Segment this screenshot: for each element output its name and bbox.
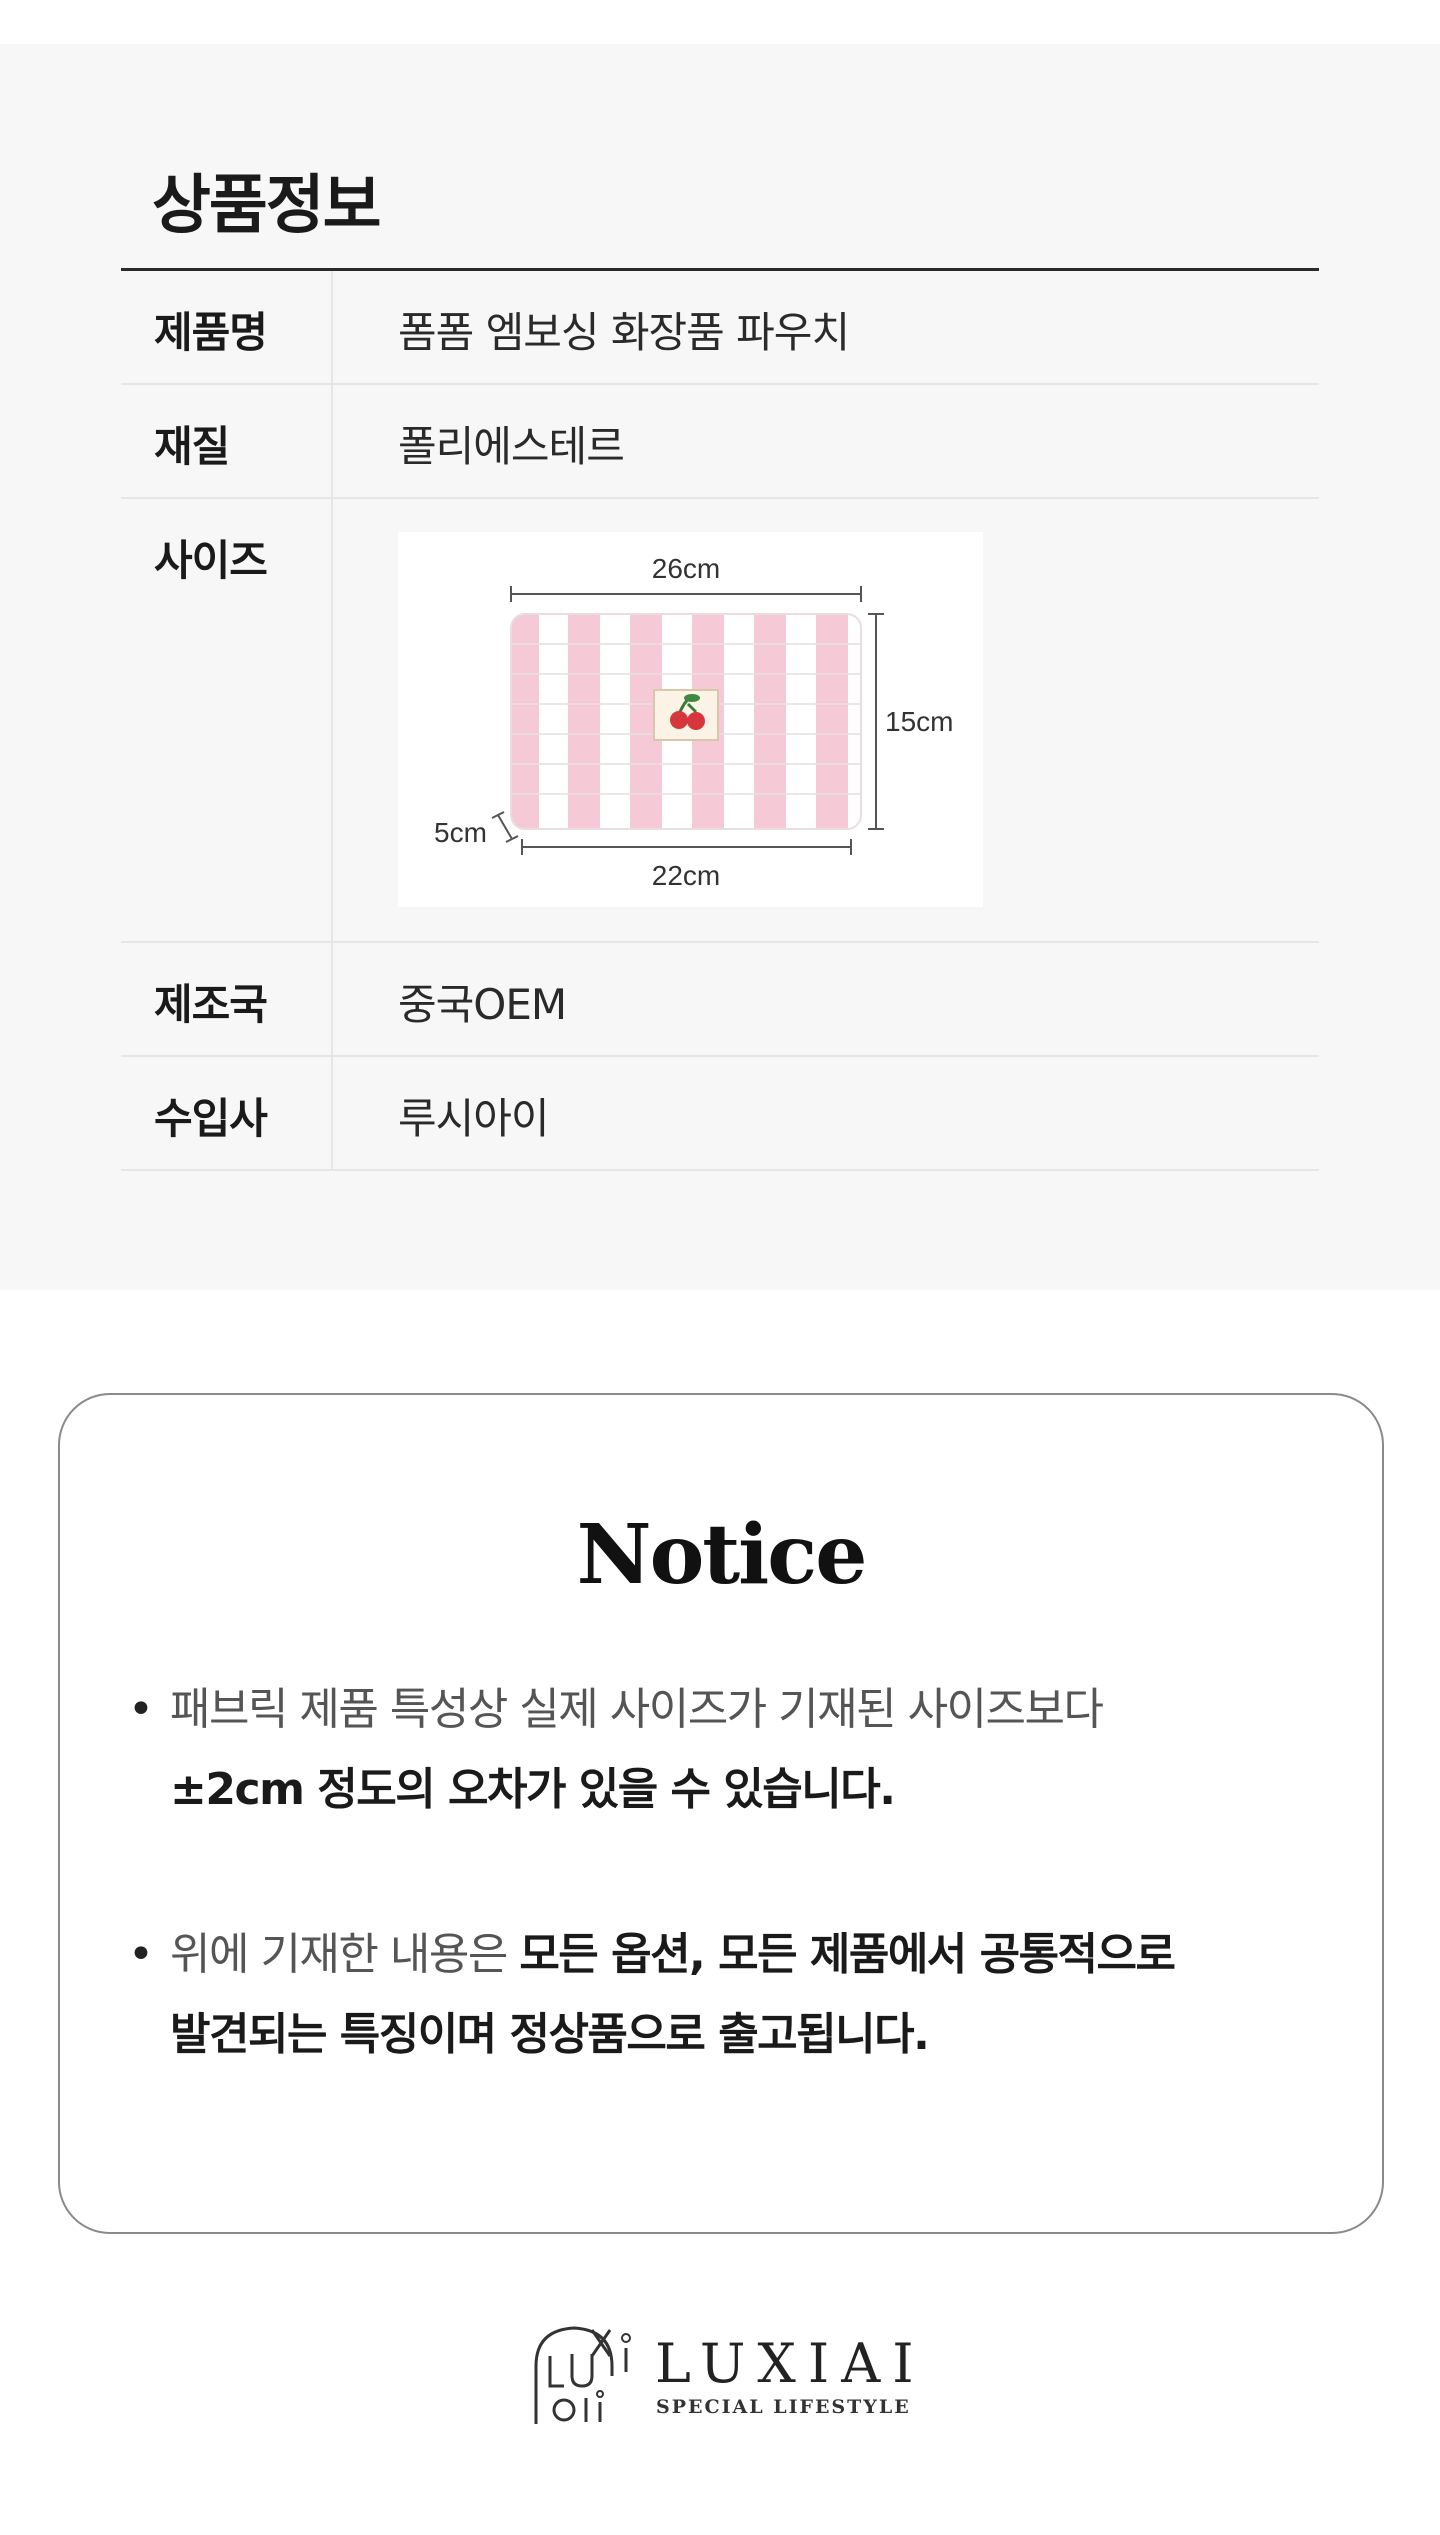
bullet-line: 패브릭 제품 특성상 실제 사이즈가 기재된 사이즈보다 bbox=[170, 1684, 1104, 1735]
brand-logo: LUXIAI SPECIAL LIFESTYLE bbox=[530, 2316, 930, 2426]
notice-box: Notice • 패브릭 제품 특성상 실제 사이즈가 기재된 사이즈보다 ±2… bbox=[58, 1393, 1384, 2234]
bullet-dot: • bbox=[128, 1929, 154, 1980]
table-row-product-name: 제품명 폼폼 엠보싱 화장품 파우치 bbox=[121, 271, 1319, 385]
row-label: 수입사 bbox=[154, 1094, 268, 1143]
brand-emblem-icon bbox=[534, 2326, 631, 2424]
bullet-line-emphasis: ±2cm 정도의 오차가 있을 수 있습니다. bbox=[170, 1764, 896, 1815]
row-value: 루시아이 bbox=[398, 1094, 550, 1143]
bullet-line-emphasis: 발견되는 특징이며 정상품으로 출고됩니다. bbox=[170, 2009, 930, 2060]
row-label: 재질 bbox=[154, 422, 230, 471]
notice-title: Notice bbox=[576, 1507, 868, 1603]
row-label: 사이즈 bbox=[154, 536, 268, 585]
table-row-size: 사이즈 26cm 15cm 5cm 22cm bbox=[121, 499, 1319, 943]
notice-bullet: • 위에 기재한 내용은 모든 옵션, 모든 제품에서 공통적으로 발견되는 특… bbox=[128, 1915, 1176, 2075]
dim-bottom-width: 22cm bbox=[652, 860, 720, 891]
section-title: 상품정보 bbox=[152, 169, 382, 243]
dim-depth: 5cm bbox=[434, 817, 487, 848]
row-value: 폼폼 엠보싱 화장품 파우치 bbox=[398, 308, 850, 357]
row-label: 제조국 bbox=[154, 980, 268, 1029]
row-label: 제품명 bbox=[154, 308, 268, 357]
row-value: 폴리에스테르 bbox=[398, 422, 625, 471]
brand-tagline: SPECIAL LIFESTYLE bbox=[656, 2396, 911, 2418]
table-row-country: 제조국 중국OEM bbox=[121, 943, 1319, 1057]
bullet-text-emphasis: 모든 옵션, 모든 제품에서 공통적으로 bbox=[519, 1929, 1176, 1980]
bullet-text: 위에 기재한 내용은 bbox=[170, 1929, 520, 1980]
dim-height: 15cm bbox=[885, 706, 953, 737]
row-value: 중국OEM bbox=[398, 980, 567, 1029]
table-row-importer: 수입사 루시아이 bbox=[121, 1057, 1319, 1171]
product-info-section: 상품정보 제품명 폼폼 엠보싱 화장품 파우치 재질 폴리에스테르 사이즈 26… bbox=[0, 44, 1440, 1290]
size-diagram-image: 26cm 15cm 5cm 22cm bbox=[398, 532, 983, 907]
product-info-table: 제품명 폼폼 엠보싱 화장품 파우치 재질 폴리에스테르 사이즈 26cm 15… bbox=[121, 268, 1319, 1171]
table-row-material: 재질 폴리에스테르 bbox=[121, 385, 1319, 499]
notice-bullet: • 패브릭 제품 특성상 실제 사이즈가 기재된 사이즈보다 ±2cm 정도의 … bbox=[128, 1670, 1104, 1830]
dim-top-width: 26cm bbox=[652, 553, 720, 584]
brand-name: LUXIAI bbox=[655, 2332, 926, 2395]
bullet-dot: • bbox=[128, 1684, 154, 1735]
